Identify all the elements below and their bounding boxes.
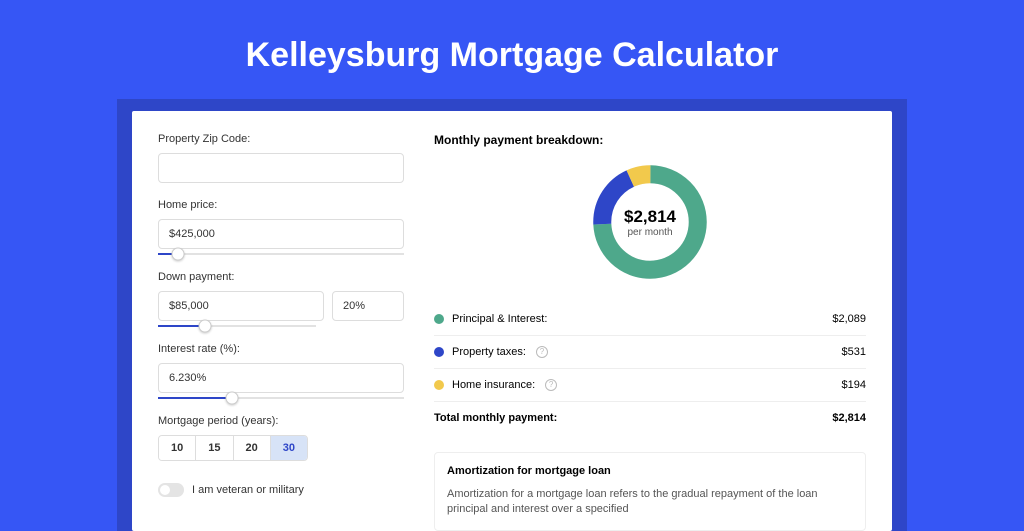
inputs-column: Property Zip Code: Home price: $425,000 … [158,133,404,531]
info-icon[interactable]: ? [536,346,548,358]
dot-blue-icon [434,347,444,357]
amortization-card: Amortization for mortgage loan Amortizat… [434,452,866,531]
veteran-label: I am veteran or military [192,484,304,496]
zip-input[interactable] [158,153,404,183]
period-option-30[interactable]: 30 [270,436,307,460]
zip-label: Property Zip Code: [158,133,404,145]
donut-center-sub: per month [627,227,672,238]
rate-slider[interactable] [158,397,404,399]
ins-value: $194 [842,379,866,391]
content-band: Property Zip Code: Home price: $425,000 … [117,99,907,531]
period-label: Mortgage period (years): [158,415,404,427]
veteran-toggle[interactable] [158,483,184,497]
down-label: Down payment: [158,271,404,283]
tax-value: $531 [842,346,866,358]
total-value: $2,814 [832,412,866,424]
donut-chart: $2,814 per month [587,159,713,285]
breakdown-column: Monthly payment breakdown: $2,814 per mo… [434,133,866,531]
period-option-15[interactable]: 15 [195,436,232,460]
period-option-20[interactable]: 20 [233,436,270,460]
amortization-heading: Amortization for mortgage loan [447,465,853,477]
price-slider[interactable] [158,253,404,255]
pi-label: Principal & Interest: [452,313,547,325]
ins-label: Home insurance: [452,379,535,391]
dot-green-icon [434,314,444,324]
rate-label: Interest rate (%): [158,343,404,355]
pi-value: $2,089 [832,313,866,325]
info-icon[interactable]: ? [545,379,557,391]
tax-label: Property taxes: [452,346,526,358]
price-label: Home price: [158,199,404,211]
dot-yellow-icon [434,380,444,390]
amortization-text: Amortization for a mortgage loan refers … [447,487,853,518]
down-slider[interactable] [158,325,316,327]
down-pct-input[interactable]: 20% [332,291,404,321]
calculator-panel: Property Zip Code: Home price: $425,000 … [132,111,892,531]
page-title: Kelleysburg Mortgage Calculator [0,0,1024,99]
slider-thumb[interactable] [171,248,184,261]
donut-center-amount: $2,814 [624,207,676,227]
breakdown-heading: Monthly payment breakdown: [434,133,866,147]
slider-thumb[interactable] [225,392,238,405]
down-amount-input[interactable]: $85,000 [158,291,324,321]
legend: Principal & Interest: $2,089 Property ta… [434,303,866,434]
period-option-10[interactable]: 10 [159,436,195,460]
total-label: Total monthly payment: [434,412,557,424]
price-input[interactable]: $425,000 [158,219,404,249]
rate-input[interactable]: 6.230% [158,363,404,393]
slider-thumb[interactable] [199,320,212,333]
period-segmented: 10 15 20 30 [158,435,308,461]
